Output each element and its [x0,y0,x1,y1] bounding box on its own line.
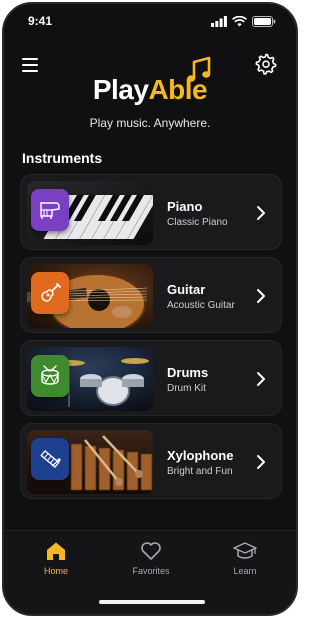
wifi-icon [232,15,247,26]
tagline: Play music. Anywhere. [89,116,211,130]
bottom-tab-bar: Home Favorites Learn [4,530,296,614]
app-logo: PlayAble [4,74,296,106]
tab-label: Home [43,566,68,576]
grand-piano-icon [31,189,69,231]
phone-screen: 9:41 PlayAble Play music. Anywhere. Inst… [2,2,298,616]
hamburger-menu-icon[interactable] [20,54,42,76]
drum-icon [31,355,69,397]
tab-favorites[interactable]: Favorites [111,541,191,576]
logo-text-play: Play [92,74,149,105]
instrument-subtitle: Classic Piano [167,217,228,228]
home-icon [47,542,65,560]
instrument-card-guitar[interactable]: Guitar Acoustic Guitar [20,257,282,333]
chevron-right-icon [257,289,265,303]
signal-icon [211,15,227,27]
status-time: 9:41 [28,14,53,28]
settings-gear-icon[interactable] [254,52,278,76]
instrument-name: Guitar [167,282,206,297]
chevron-right-icon [257,455,265,469]
battery-icon [252,15,276,27]
instrument-name: Piano [167,199,203,214]
chevron-right-icon [257,372,265,386]
tab-label: Learn [233,566,257,576]
instrument-name: Xylophone [167,448,234,463]
tab-label: Favorites [132,566,170,576]
guitar-icon [31,272,69,314]
status-icons [211,15,276,27]
instrument-subtitle: Drum Kit [167,383,206,394]
instrument-name: Drums [167,365,209,380]
xylophone-icon [31,438,69,480]
status-bar: 9:41 [4,4,296,38]
heart-icon [141,542,161,560]
home-indicator[interactable] [99,600,205,604]
chevron-right-icon [257,206,265,220]
tab-learn[interactable]: Learn [205,541,285,576]
instrument-card-piano[interactable]: Piano Classic Piano [20,174,282,250]
instrument-card-xylophone[interactable]: Xylophone Bright and Fun [20,423,282,499]
instrument-card-drums[interactable]: Drums Drum Kit [20,340,282,416]
logo-text-able: Able [148,74,208,105]
graduation-cap-icon [233,542,257,559]
instrument-subtitle: Bright and Fun [167,466,233,477]
instrument-subtitle: Acoustic Guitar [167,300,235,311]
tab-home[interactable]: Home [16,541,96,576]
section-title: Instruments [22,150,103,166]
